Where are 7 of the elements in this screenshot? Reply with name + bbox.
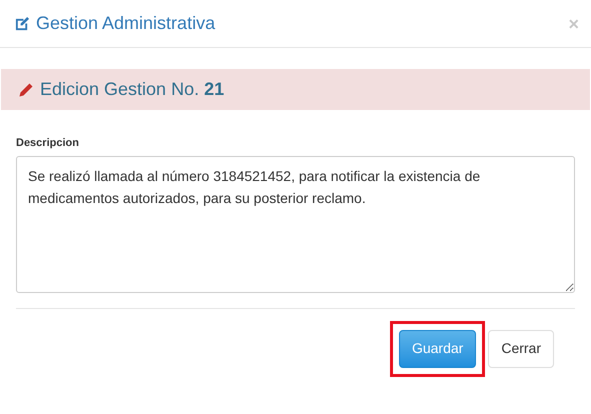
window-title: Gestion Administrativa <box>36 12 216 35</box>
edit-heading: Edicion Gestion No. 21 <box>40 78 224 101</box>
description-field[interactable]: Se realizó llamada al número 3184521452, para notificar la existencia de medicamentos autorizados, para su posterior reclamo. <box>16 156 575 292</box>
edit-icon <box>15 16 30 31</box>
pencil-icon <box>18 82 34 98</box>
field-label: Descripcion <box>16 136 80 151</box>
close-dialog-button[interactable]: Cerrar <box>488 330 554 368</box>
